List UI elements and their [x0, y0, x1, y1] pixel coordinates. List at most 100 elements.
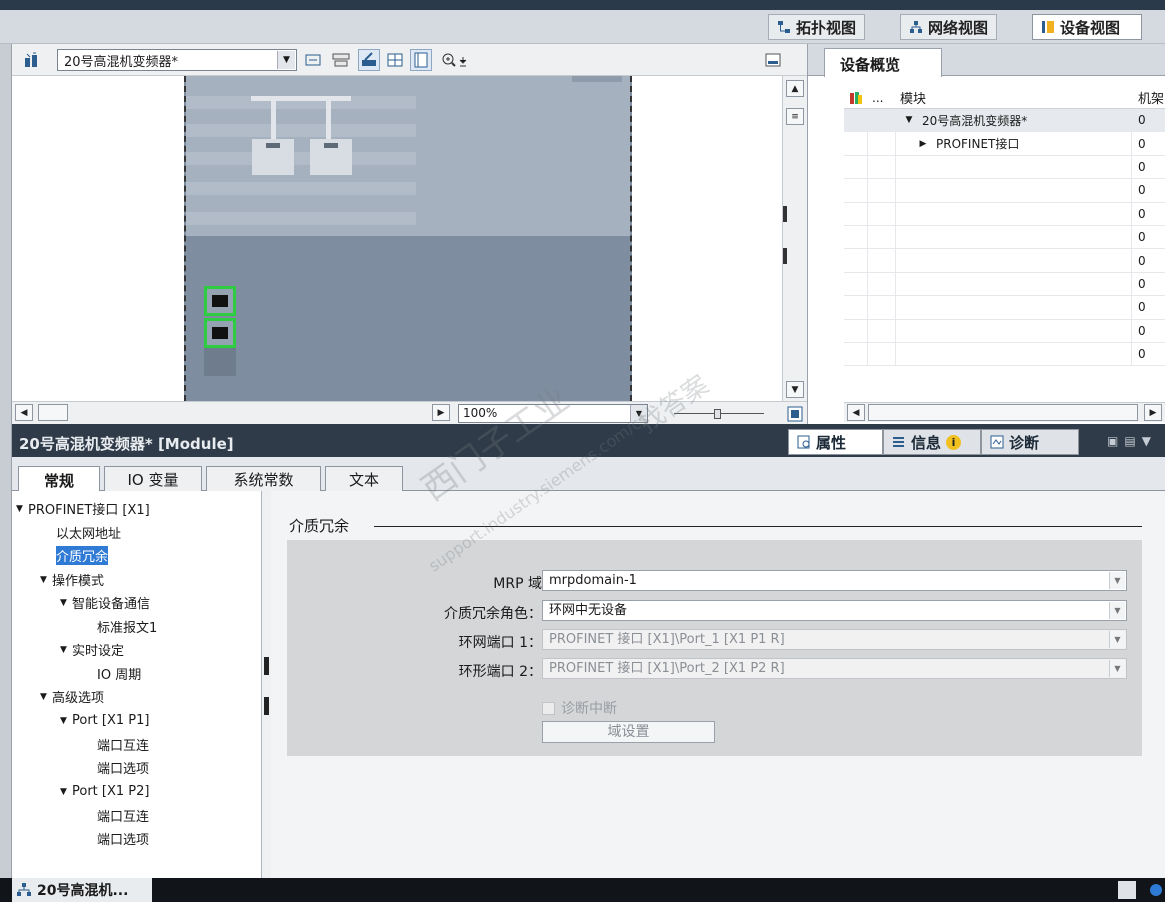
tree-item-advanced-options[interactable]: ▼ 高级选项 — [40, 687, 104, 706]
scroll-down-icon[interactable]: ▼ — [786, 381, 804, 398]
tree-item-port-p2[interactable]: ▼ Port [X1 P2] — [60, 782, 149, 801]
table-row[interactable]: 0 — [844, 296, 1165, 320]
tree-item-idevice-comm[interactable]: ▼ 智能设备通信 — [60, 593, 150, 612]
panel-splitter-handle[interactable] — [783, 248, 787, 264]
port-x1-p1[interactable] — [204, 286, 236, 316]
tree-splitter[interactable] — [262, 491, 271, 878]
left-collapsed-panel[interactable] — [0, 44, 12, 878]
caret-down-icon[interactable]: ▼ — [40, 575, 52, 585]
collapse-left-icon[interactable] — [264, 657, 269, 675]
scroll-right-icon[interactable]: ▶ — [432, 404, 450, 421]
table-row[interactable]: 0 — [844, 319, 1165, 343]
taskbar-tool-icon[interactable] — [1118, 881, 1136, 899]
filter-icon[interactable] — [844, 91, 868, 105]
zoom-select[interactable]: 100% ▼ — [458, 404, 648, 423]
tree-item-ethernet-address[interactable]: 以太网地址 — [56, 523, 121, 542]
table-row[interactable]: 0 — [844, 179, 1165, 203]
tab-network-view[interactable]: 网络视图 — [900, 14, 998, 40]
overview-horizontal-scrollbar[interactable]: ◀ ▶ — [844, 402, 1165, 422]
diagnostic-interrupt-checkbox[interactable]: 诊断中断 — [542, 698, 617, 718]
column-dots[interactable]: ... — [868, 91, 896, 105]
expand-caret[interactable]: ▼ — [896, 115, 922, 125]
fit-width-icon[interactable] — [302, 49, 324, 71]
table-row[interactable]: 0 — [844, 272, 1165, 297]
canvas-vertical-scrollbar[interactable]: ▲ ≡ ▼ — [782, 76, 807, 401]
zoom-slider[interactable] — [674, 409, 764, 419]
collapse-right-icon[interactable] — [264, 697, 269, 715]
column-module[interactable]: 模块 — [896, 88, 1132, 107]
ring-port-2-select[interactable]: PROFINET 接口 [X1]\Port_2 [X1 P2 R] ▼ — [542, 658, 1127, 679]
tree-item-operating-mode[interactable]: ▼ 操作模式 — [40, 570, 104, 589]
taskbar-status-icon[interactable] — [1150, 884, 1162, 896]
panel-splitter-handle[interactable] — [783, 206, 787, 222]
caret-down-icon[interactable]: ▼ — [60, 716, 72, 726]
chevron-down-icon[interactable]: ▼ — [1109, 572, 1125, 589]
tab-general[interactable]: 常规 — [18, 466, 100, 493]
device-tool-icon[interactable] — [20, 49, 42, 71]
restore-icon[interactable]: ▣ — [1107, 434, 1118, 448]
table-row[interactable]: 0 — [844, 155, 1165, 180]
chevron-down-icon[interactable]: ▼ — [1109, 660, 1125, 677]
minimize-icon[interactable]: ▤ — [1124, 434, 1135, 448]
device-submodule[interactable] — [252, 139, 294, 175]
tree-item-profinet[interactable]: ▼ PROFINET接口 [X1] — [16, 499, 150, 518]
table-row[interactable]: ▶ PROFINET接口 0 — [844, 132, 1165, 156]
tree-item-media-redundancy[interactable]: 介质冗余 — [56, 546, 109, 565]
scroll-left-icon[interactable]: ◀ — [15, 404, 33, 421]
draw-tool-icon[interactable] — [358, 49, 380, 71]
horizontal-scroll-thumb[interactable] — [38, 404, 68, 421]
tree-item-port-interconnection[interactable]: 端口互连 — [97, 735, 149, 754]
device-select[interactable]: 20号高混机变频器* ▼ — [57, 49, 297, 71]
device-submodule[interactable] — [310, 139, 352, 175]
expand-caret[interactable]: ▶ — [910, 139, 936, 149]
tab-properties[interactable]: 属性 — [788, 429, 883, 455]
caret-down-icon[interactable]: ▼ — [16, 504, 28, 514]
chevron-down-icon[interactable]: ▼ — [1109, 631, 1125, 648]
chevron-down-icon[interactable]: ▼ — [277, 51, 295, 69]
table-row[interactable]: 0 — [844, 202, 1165, 226]
zoom-in-icon[interactable] — [438, 49, 474, 71]
taskbar-item[interactable]: 20号高混机... — [12, 878, 152, 902]
tree-item-io-cycle[interactable]: IO 周期 — [97, 664, 141, 683]
zoom-slider-thumb[interactable] — [714, 409, 721, 419]
device-graphic[interactable] — [184, 76, 632, 401]
caret-down-icon[interactable]: ▼ — [60, 645, 72, 655]
tree-item-port-interconnection[interactable]: 端口互连 — [97, 806, 149, 825]
tree-item-realtime-settings[interactable]: ▼ 实时设定 — [60, 640, 124, 659]
grid-icon[interactable] — [384, 49, 406, 71]
device-canvas[interactable] — [12, 76, 782, 401]
scroll-right-icon[interactable]: ▶ — [1144, 404, 1162, 421]
chevron-down-icon[interactable]: ▼ — [1109, 602, 1125, 619]
horizontal-scroll-thumb[interactable] — [868, 404, 1138, 421]
port-x1-p2[interactable] — [204, 318, 236, 348]
domain-settings-button[interactable]: 域设置 — [542, 721, 715, 743]
column-rack[interactable]: 机架 — [1132, 88, 1165, 107]
tree-item-port-options[interactable]: 端口选项 — [97, 829, 149, 848]
table-row[interactable]: 0 — [844, 225, 1165, 250]
tab-device-overview[interactable]: 设备概览 — [824, 48, 942, 77]
tab-system-constants[interactable]: 系统常数 — [206, 466, 321, 492]
panel-toggle-icon[interactable] — [762, 49, 784, 71]
tab-info[interactable]: 信息 i — [883, 429, 981, 455]
table-row[interactable]: 0 — [844, 342, 1165, 367]
scroll-up-icon[interactable]: ▲ — [786, 80, 804, 97]
chevron-down-icon[interactable]: ▼ — [1142, 434, 1151, 448]
page-layout-icon[interactable] — [410, 49, 432, 71]
tree-item-port-options[interactable]: 端口选项 — [97, 758, 149, 777]
table-row[interactable]: ▼ 20号高混机变频器* 0 — [844, 109, 1165, 133]
tab-topology-view[interactable]: 拓扑视图 — [768, 14, 866, 40]
tab-io-variables[interactable]: IO 变量 — [104, 466, 202, 492]
overview-navigator-icon[interactable] — [784, 403, 806, 425]
caret-down-icon[interactable]: ▼ — [60, 598, 72, 608]
scroll-left-icon[interactable]: ◀ — [847, 404, 865, 421]
redundancy-role-select[interactable]: 环网中无设备 ▼ — [542, 600, 1127, 621]
tab-texts[interactable]: 文本 — [325, 466, 403, 492]
checkbox-box[interactable] — [542, 701, 555, 715]
caret-down-icon[interactable]: ▼ — [60, 787, 72, 797]
chevron-down-icon[interactable]: ▼ — [630, 405, 647, 422]
tree-item-standard-telegram[interactable]: 标准报文1 — [97, 617, 157, 636]
tab-diagnostics[interactable]: 诊断 — [981, 429, 1079, 455]
scroll-split-icon[interactable]: ≡ — [786, 108, 804, 125]
tab-device-view[interactable]: 设备视图 — [1032, 14, 1142, 40]
table-row[interactable]: 0 — [844, 249, 1165, 273]
